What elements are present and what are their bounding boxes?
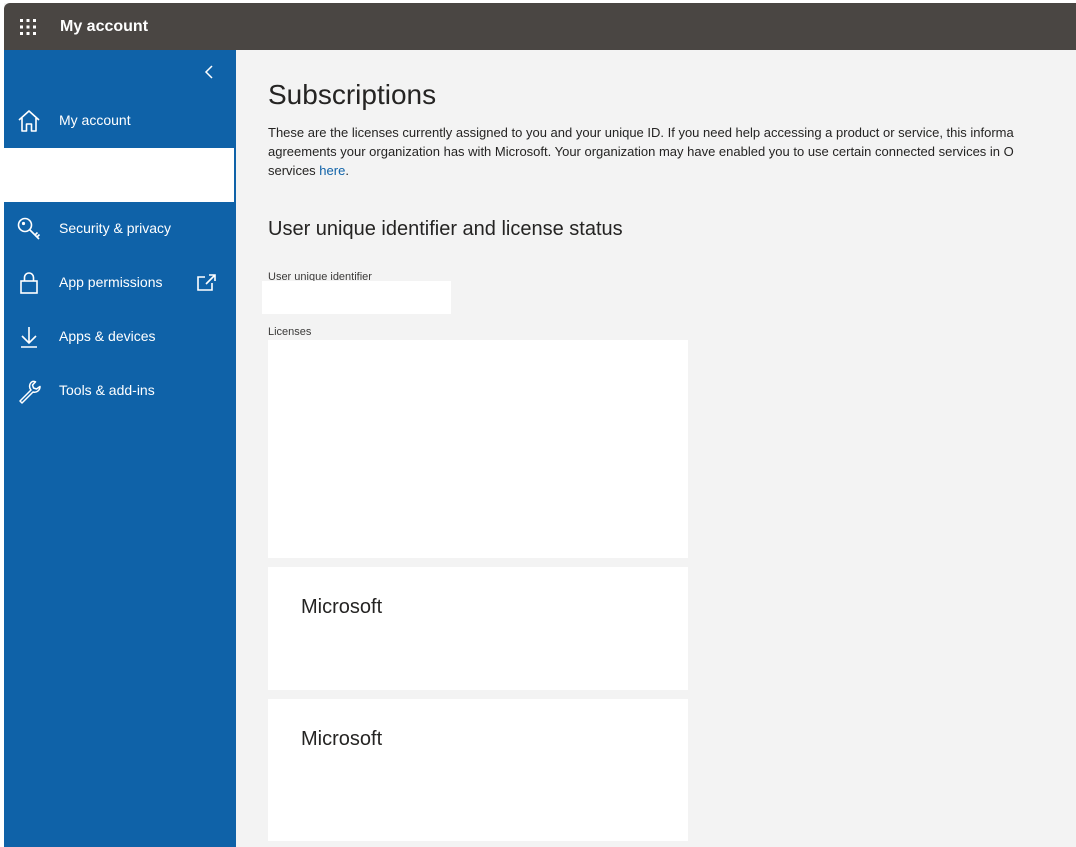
collapse-nav-button[interactable] — [200, 62, 220, 82]
description-period: . — [345, 163, 349, 178]
section-title: User unique identifier and license statu… — [268, 218, 623, 240]
sidebar-nav: My account Security & privacy App permis… — [4, 50, 236, 847]
uid-value-box — [262, 281, 451, 314]
here-link[interactable]: here — [319, 163, 345, 178]
sidebar-item-label: App permissions — [59, 274, 163, 290]
sidebar-item-app-permissions[interactable]: App permissions — [4, 262, 236, 302]
license-card-title: Microsoft — [301, 596, 383, 618]
chevron-left-icon — [204, 65, 213, 79]
sidebar-item-label: Tools & add-ins — [59, 382, 155, 398]
description-line-text: services — [268, 163, 320, 178]
sidebar-item-label: Apps & devices — [59, 328, 156, 344]
home-icon — [16, 108, 42, 134]
license-card[interactable]: Microsoft — [268, 699, 688, 841]
nav-placeholder-block — [4, 148, 234, 202]
top-bar: My account — [4, 3, 1076, 50]
sidebar-item-label: Security & privacy — [59, 220, 172, 236]
main-content: Subscriptions These are the licenses cur… — [236, 50, 1076, 847]
key-icon — [16, 216, 42, 242]
sidebar-item-security-privacy[interactable]: Security & privacy — [4, 208, 236, 248]
licenses-label: Licenses — [268, 326, 312, 338]
external-link-icon — [194, 270, 218, 294]
download-icon — [16, 324, 42, 350]
app-title[interactable]: My account — [60, 17, 148, 37]
sidebar-item-my-account[interactable]: My account — [4, 100, 236, 140]
license-card[interactable]: Microsoft — [268, 567, 688, 690]
sidebar-item-label: My account — [59, 112, 131, 128]
sidebar-item-tools-addins[interactable]: Tools & add-ins — [4, 370, 236, 410]
description-line: services here. — [268, 161, 1014, 180]
wrench-icon — [16, 378, 42, 404]
sidebar-item-apps-devices[interactable]: Apps & devices — [4, 316, 236, 356]
page-title: Subscriptions — [268, 79, 437, 110]
license-card-title: Microsoft — [301, 728, 383, 750]
waffle-icon[interactable] — [18, 17, 38, 37]
page-description: These are the licenses currently assigne… — [268, 123, 1014, 180]
lock-icon — [16, 270, 42, 296]
description-line: These are the licenses currently assigne… — [268, 125, 1014, 140]
license-card[interactable] — [268, 340, 688, 558]
app-window: My account My account Security & privacy… — [4, 3, 1076, 847]
description-line: agreements your organization has with Mi… — [268, 144, 1014, 159]
